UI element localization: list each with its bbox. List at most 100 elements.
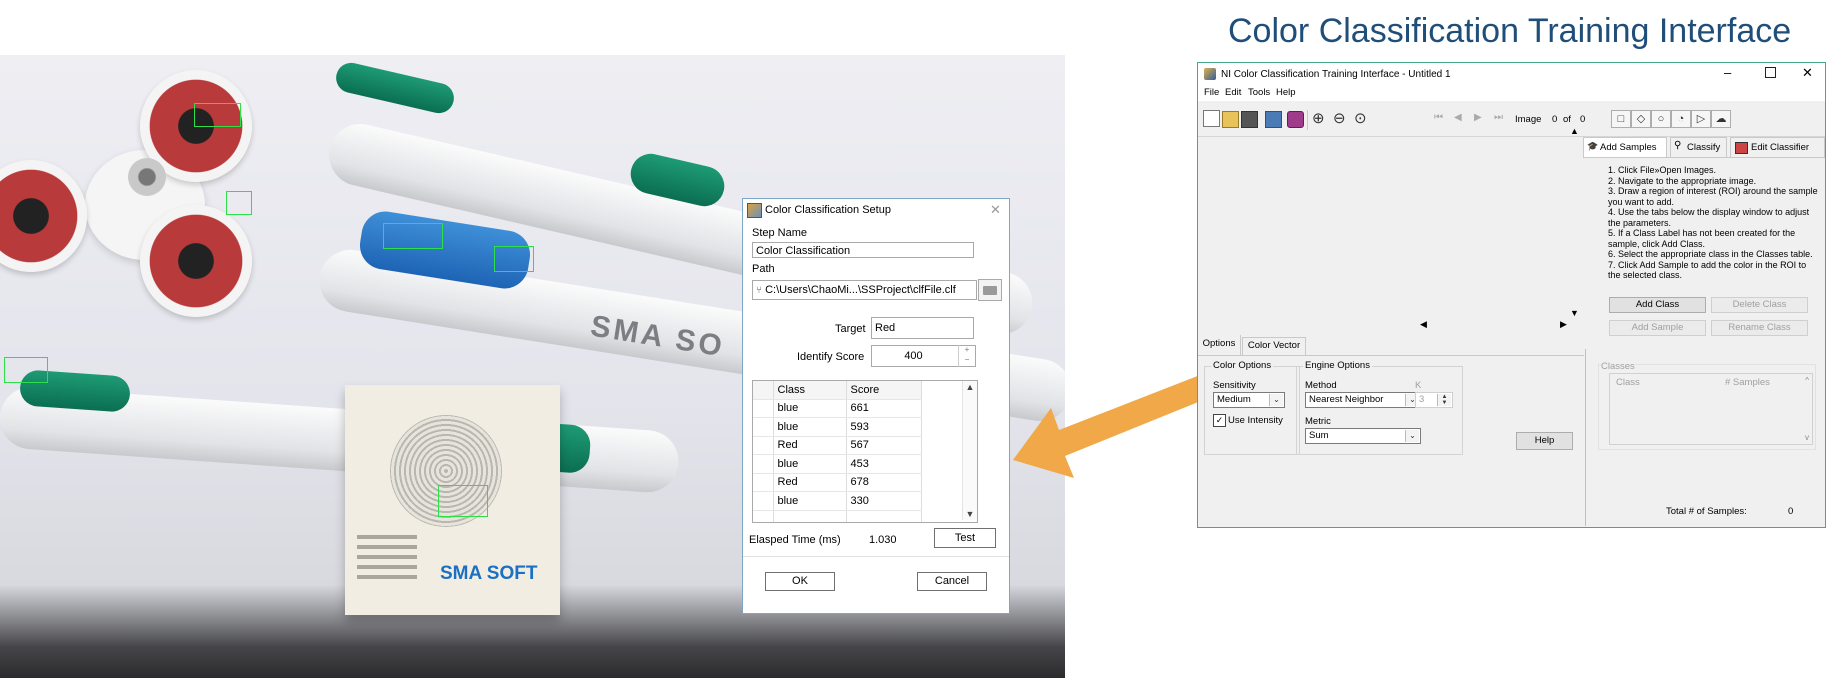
menu-help[interactable]: Help [1276, 87, 1296, 98]
maximize-icon[interactable] [1765, 67, 1776, 78]
ok-button[interactable]: OK [765, 572, 835, 591]
save-icon[interactable] [1241, 111, 1258, 128]
roi-box[interactable] [226, 191, 252, 215]
menu-tools[interactable]: Tools [1248, 87, 1270, 98]
rename-class-button[interactable]: Rename Class [1711, 320, 1808, 336]
polygon-tool-icon[interactable]: ▷ [1691, 110, 1711, 128]
freehand-tool-icon[interactable]: ☁ [1711, 110, 1731, 128]
menu-edit[interactable]: Edit [1225, 87, 1241, 98]
elapsed-time-label: Elasped Time (ms) [749, 534, 841, 546]
dialog-titlebar[interactable]: Color Classification Setup ✕ [743, 199, 1009, 221]
k-value: 3 [1419, 394, 1425, 405]
scroll-up-icon[interactable]: ▲ [963, 382, 977, 392]
page-title: Color Classification Training Interface [1228, 12, 1792, 50]
minimize-icon[interactable]: – [1724, 65, 1731, 80]
row-score: 593 [846, 417, 922, 437]
k-label: K [1415, 380, 1422, 391]
close-icon[interactable]: ✕ [1802, 65, 1813, 81]
step-name-input[interactable]: Color Classification [752, 242, 974, 258]
metric-select[interactable]: Sum ⌄ [1305, 428, 1421, 444]
tab-label: Classify [1687, 142, 1721, 153]
oval-tool-icon[interactable]: ○ [1651, 110, 1671, 128]
table-row[interactable]: Red 678 [753, 473, 922, 492]
roi-box[interactable] [194, 103, 241, 127]
roi-box[interactable] [494, 246, 534, 272]
row-class: Red [773, 473, 847, 492]
use-intensity-checkbox[interactable]: ✓ [1213, 414, 1226, 427]
table-scrollbar[interactable]: ▲ ▼ [962, 381, 977, 520]
instruction-step: 3. Draw a region of interest (ROI) aroun… [1608, 186, 1818, 207]
classifier-book-icon[interactable] [1287, 111, 1304, 128]
zoom-fit-icon[interactable]: ⊙ [1354, 109, 1367, 127]
rectangle-tool-icon[interactable]: □ [1611, 110, 1631, 128]
target-input[interactable]: Red [871, 317, 974, 339]
tab-label: Add Samples [1600, 142, 1657, 153]
sensitivity-select[interactable]: Medium ⌄ [1213, 392, 1285, 408]
delete-class-button[interactable]: Delete Class [1711, 297, 1808, 313]
path-label: Path [752, 263, 775, 275]
prev-image-icon[interactable]: ◀ [1454, 112, 1462, 123]
tab-options[interactable]: Options [1198, 335, 1241, 355]
help-button[interactable]: Help [1516, 432, 1573, 450]
tab-classify[interactable]: ⚲ Classify [1670, 137, 1727, 157]
table-row[interactable] [753, 510, 922, 522]
first-image-icon[interactable]: ⏮ [1434, 112, 1443, 123]
last-image-icon[interactable]: ⏭ [1494, 112, 1503, 123]
roi-box[interactable] [4, 357, 48, 383]
test-button[interactable]: Test [934, 528, 996, 548]
browse-folder-button[interactable] [978, 279, 1002, 301]
table-row[interactable]: Red 567 [753, 436, 922, 455]
add-sample-button[interactable]: Add Sample [1609, 320, 1706, 336]
scroll-down-icon[interactable]: v [1805, 433, 1809, 442]
display-scroll-down-icon[interactable]: ▼ [1570, 308, 1579, 318]
instruction-step: 1. Click File»Open Images. [1608, 165, 1717, 175]
decrement-icon[interactable]: − [959, 355, 975, 365]
close-icon[interactable]: ✕ [990, 202, 1001, 218]
classes-group: Classes Class # Samples ^ v [1598, 361, 1816, 450]
table-row[interactable]: blue 330 [753, 491, 922, 511]
path-icon: ⑂ [756, 285, 762, 296]
scroll-up-icon[interactable]: ^ [1805, 376, 1809, 385]
increment-icon[interactable]: + [959, 345, 975, 355]
display-scroll-up-icon[interactable]: ▲ [1570, 126, 1579, 136]
zoom-out-icon[interactable]: ⊖ [1333, 109, 1346, 127]
dialog-title: Color Classification Setup [765, 204, 891, 216]
annulus-tool-icon[interactable]: ◔ [1671, 110, 1691, 128]
ni-titlebar[interactable]: NI Color Classification Training Interfa… [1198, 63, 1825, 85]
add-class-button[interactable]: Add Class [1609, 297, 1706, 313]
path-text: C:\Users\ChaoMi...\SSProject\clfFile.clf [765, 284, 956, 296]
zoom-in-icon[interactable]: ⊕ [1312, 109, 1325, 127]
tab-add-samples[interactable]: 🎓 Add Samples [1583, 137, 1667, 157]
next-image-icon[interactable]: ▶ [1474, 112, 1482, 123]
rotated-rect-tool-icon[interactable]: ◇ [1631, 110, 1651, 128]
new-file-icon[interactable] [1203, 110, 1220, 127]
class-score-table: Class Score blue 661 blue 593 Red 567 blue 4… [752, 380, 978, 523]
display-scroll-right-icon[interactable]: ▶ [1560, 319, 1567, 330]
open-folder-icon[interactable] [1222, 111, 1239, 128]
classes-table[interactable]: Class # Samples ^ v [1609, 373, 1813, 445]
row-score: 678 [846, 473, 922, 492]
menu-file[interactable]: File [1204, 87, 1219, 98]
magnifier-icon: ⚲ [1674, 140, 1682, 151]
roi-box[interactable] [438, 485, 488, 517]
row-class: blue [773, 417, 847, 437]
path-input[interactable]: ⑂ C:\Users\ChaoMi...\SSProject\clfFile.c… [752, 280, 977, 300]
dialog-footer-divider [743, 556, 1009, 557]
roi-box[interactable] [383, 223, 443, 249]
cancel-button[interactable]: Cancel [917, 572, 987, 591]
display-scroll-left-icon[interactable]: ◀ [1420, 319, 1427, 330]
method-select[interactable]: Nearest Neighbor ⌄ [1305, 392, 1421, 408]
k-stepper[interactable]: 3 ▲ ▼ [1415, 392, 1453, 408]
table-row[interactable]: blue 593 [753, 417, 922, 437]
table-row[interactable]: blue 661 [753, 399, 922, 418]
tab-color-vector[interactable]: Color Vector [1242, 337, 1306, 355]
table-row[interactable]: blue 453 [753, 454, 922, 474]
color-options-title: Color Options [1211, 360, 1274, 371]
instruction-step: 6. Select the appropriate class in the C… [1608, 249, 1813, 259]
score-stepper[interactable]: + − [958, 345, 975, 367]
tab-edit-classifier[interactable]: Edit Classifier [1730, 137, 1825, 157]
fidget-spinner [0, 55, 300, 355]
scroll-down-icon[interactable]: ▼ [963, 509, 977, 519]
bottom-tabs: Options Color Vector [1198, 335, 1584, 356]
load-images-icon[interactable] [1265, 111, 1282, 128]
